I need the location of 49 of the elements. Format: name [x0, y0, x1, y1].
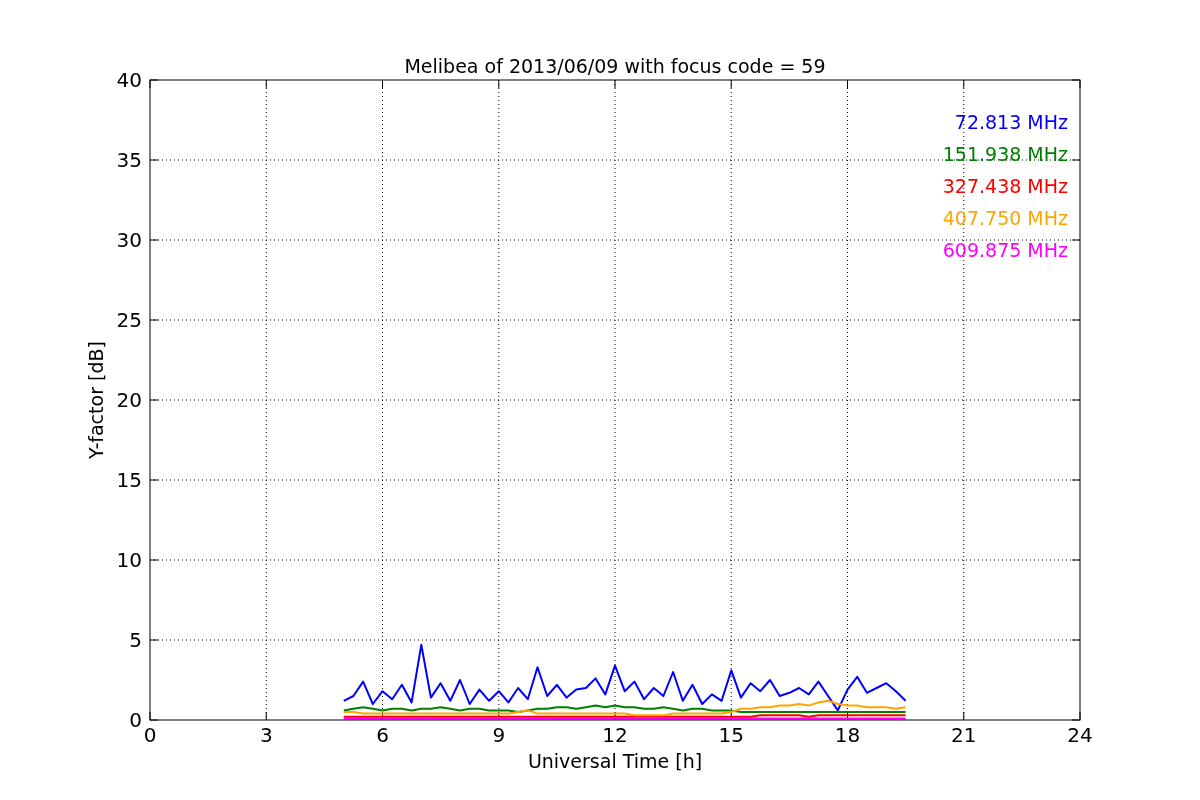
- tick-mark: [265, 711, 267, 721]
- legend-label: 72.813 MHz: [954, 111, 1068, 133]
- y-tick-label: 0: [129, 708, 142, 732]
- tick-mark: [847, 79, 848, 89]
- tick-mark: [963, 79, 965, 89]
- tick-mark: [1071, 319, 1081, 321]
- y-tick-label: 20: [116, 388, 142, 412]
- tick-mark: [149, 639, 159, 641]
- tick-mark: [149, 399, 159, 401]
- legend-label: 327.438 MHz: [942, 175, 1068, 197]
- tick-mark: [149, 559, 159, 561]
- tick-mark: [1071, 559, 1081, 561]
- tick-mark: [614, 79, 616, 89]
- y-tick-label: 10: [116, 548, 142, 572]
- tick-mark: [1071, 479, 1081, 481]
- tick-mark: [498, 79, 500, 89]
- x-tick-label: 15: [718, 723, 744, 747]
- x-axis-label: Universal Time [h]: [527, 750, 703, 772]
- tick-mark: [382, 79, 383, 89]
- legend-label: 609.875 MHz: [942, 239, 1068, 261]
- tick-mark: [1071, 159, 1081, 161]
- x-tick-label: 6: [376, 723, 389, 747]
- tick-mark: [1071, 239, 1081, 241]
- x-tick-label: 24: [1067, 723, 1093, 747]
- y-tick-label: 5: [129, 628, 142, 652]
- x-tick-label: 3: [259, 723, 273, 747]
- legend-label: 151.938 MHz: [942, 143, 1068, 165]
- tick-mark: [149, 159, 159, 161]
- x-tick-label: 0: [143, 723, 157, 747]
- tick-mark: [730, 79, 732, 89]
- tick-mark: [963, 711, 965, 721]
- tick-mark: [265, 79, 267, 89]
- x-tick-label: 18: [834, 723, 861, 747]
- y-tick-label: 25: [116, 308, 142, 332]
- x-tick-label: 9: [492, 723, 506, 747]
- x-tick-label: 21: [951, 723, 977, 747]
- y-tick-label: 40: [116, 68, 142, 92]
- x-tick-label: 12: [602, 723, 628, 747]
- tick-mark: [1071, 639, 1081, 641]
- y-tick-label: 35: [116, 148, 142, 172]
- tick-mark: [149, 319, 159, 321]
- legend-label: 407.750 MHz: [942, 207, 1068, 229]
- y-axis-label: Y-factor [dB]: [85, 341, 107, 459]
- y-tick-label: 15: [116, 468, 142, 492]
- y-tick-label: 30: [116, 228, 142, 252]
- chart-title: Melibea of 2013/06/09 with focus code = 59: [404, 55, 826, 77]
- tick-mark: [149, 479, 159, 481]
- tick-mark: [1071, 399, 1081, 401]
- tick-mark: [149, 239, 159, 241]
